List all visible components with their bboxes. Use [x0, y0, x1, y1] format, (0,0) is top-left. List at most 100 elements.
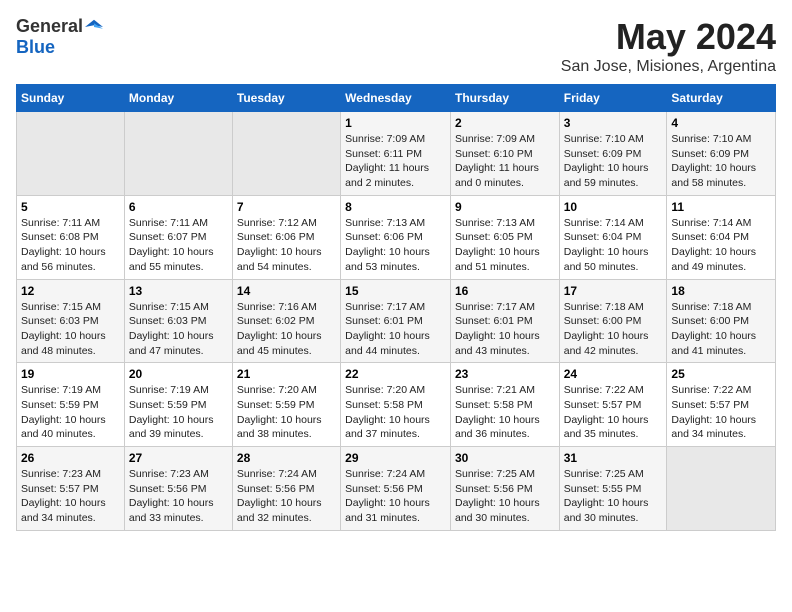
calendar-cell [17, 112, 125, 196]
calendar-cell: 14 Sunrise: 7:16 AMSunset: 6:02 PMDayligh… [232, 279, 340, 363]
day-number: 22 [345, 367, 446, 381]
day-number: 7 [237, 200, 336, 214]
day-number: 18 [671, 284, 771, 298]
day-info: Sunrise: 7:13 AMSunset: 6:06 PMDaylight:… [345, 216, 446, 275]
day-info: Sunrise: 7:23 AMSunset: 5:57 PMDaylight:… [21, 467, 120, 526]
day-number: 28 [237, 451, 336, 465]
day-number: 29 [345, 451, 446, 465]
day-info: Sunrise: 7:16 AMSunset: 6:02 PMDaylight:… [237, 300, 336, 359]
day-info: Sunrise: 7:23 AMSunset: 5:56 PMDaylight:… [129, 467, 228, 526]
day-info: Sunrise: 7:19 AMSunset: 5:59 PMDaylight:… [129, 383, 228, 442]
day-info: Sunrise: 7:09 AMSunset: 6:10 PMDaylight:… [455, 132, 555, 191]
day-info: Sunrise: 7:11 AMSunset: 6:07 PMDaylight:… [129, 216, 228, 275]
day-info: Sunrise: 7:14 AMSunset: 6:04 PMDaylight:… [564, 216, 663, 275]
day-info: Sunrise: 7:24 AMSunset: 5:56 PMDaylight:… [345, 467, 446, 526]
calendar-cell [232, 112, 340, 196]
day-number: 27 [129, 451, 228, 465]
logo: General Blue [16, 16, 103, 58]
day-info: Sunrise: 7:19 AMSunset: 5:59 PMDaylight:… [21, 383, 120, 442]
day-number: 30 [455, 451, 555, 465]
calendar-cell: 30 Sunrise: 7:25 AMSunset: 5:56 PMDayligh… [450, 447, 559, 531]
week-row-2: 5Sunrise: 7:11 AMSunset: 6:08 PMDaylight… [17, 195, 776, 279]
calendar-cell: 5Sunrise: 7:11 AMSunset: 6:08 PMDaylight… [17, 195, 125, 279]
col-header-monday: Monday [124, 85, 232, 112]
calendar-cell: 15 Sunrise: 7:17 AMSunset: 6:01 PMDayligh… [341, 279, 451, 363]
day-number: 12 [21, 284, 120, 298]
calendar-cell: 11Sunrise: 7:14 AMSunset: 6:04 PMDayligh… [667, 195, 776, 279]
day-number: 9 [455, 200, 555, 214]
calendar-cell: 2Sunrise: 7:09 AMSunset: 6:10 PMDaylight… [450, 112, 559, 196]
day-number: 21 [237, 367, 336, 381]
day-number: 8 [345, 200, 446, 214]
calendar-cell: 18Sunrise: 7:18 AMSunset: 6:00 PMDayligh… [667, 279, 776, 363]
day-number: 6 [129, 200, 228, 214]
calendar-cell: 31Sunrise: 7:25 AMSunset: 5:55 PMDayligh… [559, 447, 667, 531]
day-number: 3 [564, 116, 663, 130]
day-number: 24 [564, 367, 663, 381]
calendar-cell: 12 Sunrise: 7:15 AMSunset: 6:03 PMDayligh… [17, 279, 125, 363]
day-number: 17 [564, 284, 663, 298]
day-info: Sunrise: 7:17 AMSunset: 6:01 PMDaylight:… [345, 300, 446, 359]
day-number: 14 [237, 284, 336, 298]
calendar-cell: 6 Sunrise: 7:11 AMSunset: 6:07 PMDaylight… [124, 195, 232, 279]
calendar-cell: 3 Sunrise: 7:10 AMSunset: 6:09 PMDaylight… [559, 112, 667, 196]
calendar-table: SundayMondayTuesdayWednesdayThursdayFrid… [16, 84, 776, 531]
week-row-5: 26 Sunrise: 7:23 AMSunset: 5:57 PMDayligh… [17, 447, 776, 531]
calendar-cell: 9Sunrise: 7:13 AMSunset: 6:05 PMDaylight… [450, 195, 559, 279]
week-row-3: 12 Sunrise: 7:15 AMSunset: 6:03 PMDayligh… [17, 279, 776, 363]
day-info: Sunrise: 7:15 AMSunset: 6:03 PMDaylight:… [21, 300, 120, 359]
calendar-cell: 13 Sunrise: 7:15 AMSunset: 6:03 PMDayligh… [124, 279, 232, 363]
col-header-saturday: Saturday [667, 85, 776, 112]
day-info: Sunrise: 7:22 AMSunset: 5:57 PMDaylight:… [564, 383, 663, 442]
calendar-cell: 26 Sunrise: 7:23 AMSunset: 5:57 PMDayligh… [17, 447, 125, 531]
main-title: May 2024 [561, 16, 776, 58]
day-info: Sunrise: 7:18 AMSunset: 6:00 PMDaylight:… [564, 300, 663, 359]
day-number: 26 [21, 451, 120, 465]
calendar-cell: 8 Sunrise: 7:13 AMSunset: 6:06 PMDaylight… [341, 195, 451, 279]
calendar-cell [124, 112, 232, 196]
day-number: 23 [455, 367, 555, 381]
week-row-4: 19Sunrise: 7:19 AMSunset: 5:59 PMDayligh… [17, 363, 776, 447]
day-info: Sunrise: 7:25 AMSunset: 5:55 PMDaylight:… [564, 467, 663, 526]
calendar-cell: 1Sunrise: 7:09 AMSunset: 6:11 PMDaylight… [341, 112, 451, 196]
day-info: Sunrise: 7:25 AMSunset: 5:56 PMDaylight:… [455, 467, 555, 526]
header-row: SundayMondayTuesdayWednesdayThursdayFrid… [17, 85, 776, 112]
calendar-cell: 19Sunrise: 7:19 AMSunset: 5:59 PMDayligh… [17, 363, 125, 447]
header: General Blue May 2024 San Jose, Misiones… [16, 16, 776, 76]
subtitle: San Jose, Misiones, Argentina [561, 58, 776, 76]
calendar-cell: 22 Sunrise: 7:20 AMSunset: 5:58 PMDayligh… [341, 363, 451, 447]
calendar-cell: 27 Sunrise: 7:23 AMSunset: 5:56 PMDayligh… [124, 447, 232, 531]
logo-blue-text: Blue [16, 37, 55, 58]
day-info: Sunrise: 7:20 AMSunset: 5:58 PMDaylight:… [345, 383, 446, 442]
calendar-cell: 21 Sunrise: 7:20 AMSunset: 5:59 PMDayligh… [232, 363, 340, 447]
col-header-wednesday: Wednesday [341, 85, 451, 112]
logo-general-text: General [16, 16, 83, 37]
week-row-1: 1Sunrise: 7:09 AMSunset: 6:11 PMDaylight… [17, 112, 776, 196]
calendar-cell: 4 Sunrise: 7:10 AMSunset: 6:09 PMDaylight… [667, 112, 776, 196]
logo-bird-icon [85, 18, 103, 36]
day-number: 20 [129, 367, 228, 381]
day-number: 4 [671, 116, 771, 130]
day-info: Sunrise: 7:11 AMSunset: 6:08 PMDaylight:… [21, 216, 120, 275]
day-info: Sunrise: 7:10 AMSunset: 6:09 PMDaylight:… [671, 132, 771, 191]
day-info: Sunrise: 7:12 AMSunset: 6:06 PMDaylight:… [237, 216, 336, 275]
col-header-tuesday: Tuesday [232, 85, 340, 112]
day-number: 1 [345, 116, 446, 130]
calendar-cell: 7 Sunrise: 7:12 AMSunset: 6:06 PMDaylight… [232, 195, 340, 279]
day-info: Sunrise: 7:17 AMSunset: 6:01 PMDaylight:… [455, 300, 555, 359]
calendar-cell: 29 Sunrise: 7:24 AMSunset: 5:56 PMDayligh… [341, 447, 451, 531]
calendar-cell: 20 Sunrise: 7:19 AMSunset: 5:59 PMDayligh… [124, 363, 232, 447]
day-info: Sunrise: 7:10 AMSunset: 6:09 PMDaylight:… [564, 132, 663, 191]
day-info: Sunrise: 7:15 AMSunset: 6:03 PMDaylight:… [129, 300, 228, 359]
calendar-cell: 24 Sunrise: 7:22 AMSunset: 5:57 PMDayligh… [559, 363, 667, 447]
day-number: 25 [671, 367, 771, 381]
day-number: 15 [345, 284, 446, 298]
day-info: Sunrise: 7:21 AMSunset: 5:58 PMDaylight:… [455, 383, 555, 442]
day-number: 16 [455, 284, 555, 298]
day-info: Sunrise: 7:22 AMSunset: 5:57 PMDaylight:… [671, 383, 771, 442]
day-number: 10 [564, 200, 663, 214]
day-number: 13 [129, 284, 228, 298]
day-info: Sunrise: 7:20 AMSunset: 5:59 PMDaylight:… [237, 383, 336, 442]
calendar-cell: 28Sunrise: 7:24 AMSunset: 5:56 PMDayligh… [232, 447, 340, 531]
title-block: May 2024 San Jose, Misiones, Argentina [561, 16, 776, 76]
